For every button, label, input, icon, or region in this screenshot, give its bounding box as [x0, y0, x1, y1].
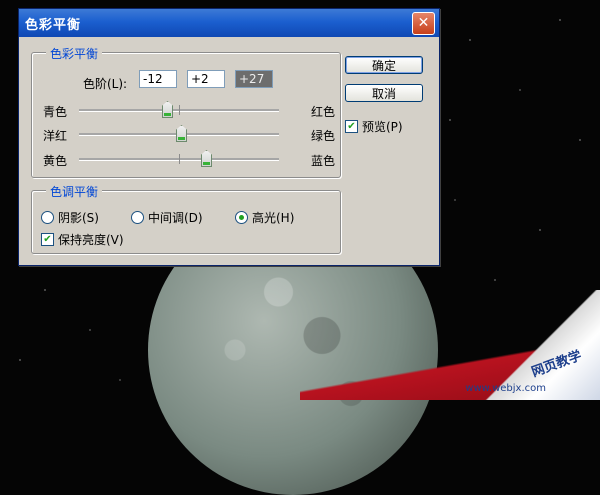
slider-label-green: 绿色	[310, 129, 335, 143]
preview-label: 预览(P)	[362, 120, 403, 134]
ok-button[interactable]: 确定	[345, 56, 423, 74]
slider-row-cyan-red: 青色 红色	[43, 101, 335, 120]
cancel-button[interactable]: 取消	[345, 84, 423, 102]
slider-thumb-yellow-blue[interactable]	[201, 150, 212, 167]
check-icon[interactable]: ✔	[345, 120, 358, 133]
slider-label-cyan: 青色	[43, 105, 68, 119]
color-balance-dialog: 色彩平衡 ✕ 色彩平衡 色阶(L): -12 +2 +27 青色 红色 洋红 绿…	[18, 8, 440, 266]
center-tick	[179, 154, 180, 164]
dialog-title: 色彩平衡	[25, 17, 82, 33]
radio-highlights-label: 高光(H)	[252, 211, 295, 225]
radio-midtones[interactable]: 中间调(D)	[131, 209, 203, 226]
slider-row-yellow-blue: 黄色 蓝色	[43, 150, 335, 169]
tone-balance-legend: 色调平衡	[46, 183, 103, 200]
close-icon[interactable]: ✕	[412, 11, 435, 35]
radio-shadows-label: 阴影(S)	[58, 211, 99, 225]
center-tick	[179, 105, 180, 115]
slider-track[interactable]	[79, 125, 279, 142]
radio-dot-icon[interactable]	[235, 211, 248, 224]
preserve-luminosity-checkbox[interactable]: ✔ 保持亮度(V)	[41, 231, 124, 248]
color-balance-legend: 色彩平衡	[46, 45, 103, 62]
slider-label-magenta: 洋红	[43, 129, 68, 143]
slider-label-yellow: 黄色	[43, 154, 68, 168]
preserve-luminosity-label: 保持亮度(V)	[58, 233, 124, 247]
watermark-url: www.webjx.com	[465, 383, 546, 394]
slider-track[interactable]	[79, 101, 279, 118]
slider-row-magenta-green: 洋红 绿色	[43, 125, 335, 144]
dialog-titlebar[interactable]: 色彩平衡 ✕	[19, 9, 439, 37]
level-input-cyan-red[interactable]: -12	[139, 70, 177, 88]
radio-highlights[interactable]: 高光(H)	[235, 209, 294, 226]
check-icon[interactable]: ✔	[41, 233, 54, 246]
levels-label: 色阶(L):	[83, 77, 128, 91]
level-input-yellow-blue[interactable]: +27	[235, 70, 273, 88]
slider-label-blue: 蓝色	[310, 154, 335, 168]
radio-midtones-label: 中间调(D)	[148, 211, 203, 225]
radio-dot-icon[interactable]	[131, 211, 144, 224]
slider-label-red: 红色	[310, 105, 335, 119]
level-input-magenta-green[interactable]: +2	[187, 70, 225, 88]
preview-checkbox[interactable]: ✔ 预览(P)	[345, 118, 403, 135]
slider-track[interactable]	[79, 150, 279, 167]
radio-dot-icon[interactable]	[41, 211, 54, 224]
radio-shadows[interactable]: 阴影(S)	[41, 209, 99, 226]
slider-thumb-cyan-red[interactable]	[162, 101, 173, 118]
slider-thumb-magenta-green[interactable]	[176, 125, 187, 142]
